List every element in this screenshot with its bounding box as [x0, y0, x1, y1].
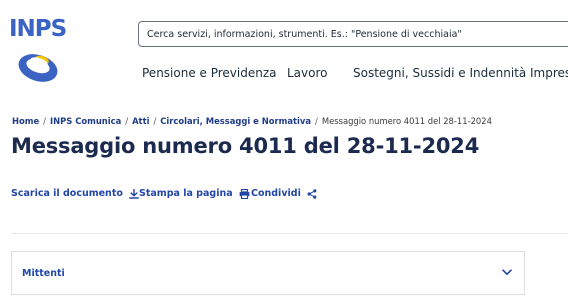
nav-item-sostegni[interactable]: Sostegni, Sussidi e Indennità: [353, 66, 526, 80]
breadcrumb-separator: /: [315, 116, 318, 126]
chevron-down-icon: [502, 269, 512, 275]
search-placeholder: Cerca servizi, informazioni, strumenti. …: [147, 28, 462, 40]
accordion-label: Mittenti: [22, 268, 65, 279]
share-label: Condividi: [251, 188, 301, 199]
page-title: Messaggio numero 4011 del 28-11-2024: [11, 134, 480, 158]
share-icon: [307, 188, 317, 199]
breadcrumb-item-circolari[interactable]: Circolari, Messaggi e Normativa: [160, 116, 311, 126]
logo-text: INPS: [9, 16, 67, 42]
breadcrumb-item-atti[interactable]: Atti: [132, 116, 149, 126]
page: INPS Cerca servizi, informazioni, strume…: [0, 0, 568, 300]
section-divider: [12, 233, 568, 234]
breadcrumb-separator: /: [43, 116, 46, 126]
print-label: Stampa la pagina: [139, 188, 233, 199]
document-actions: Scarica il documento Stampa la pagina Co…: [11, 188, 568, 202]
share-button[interactable]: Condividi: [251, 188, 317, 199]
breadcrumb-separator: /: [125, 116, 129, 126]
breadcrumb-separator: /: [153, 116, 157, 126]
print-page-button[interactable]: Stampa la pagina: [139, 188, 250, 199]
nav-item-lavoro[interactable]: Lavoro: [287, 66, 328, 80]
breadcrumb: Home / INPS Comunica / Atti / Circolari, Messa…: [12, 116, 492, 126]
accordion-mittenti[interactable]: Mittenti: [11, 251, 525, 295]
breadcrumb-item-current: Messaggio numero 4011 del 28-11-2024: [321, 116, 492, 126]
download-document-button[interactable]: Scarica il documento: [11, 188, 139, 199]
search-input[interactable]: Cerca servizi, informazioni, strumenti. …: [138, 21, 568, 47]
breadcrumb-item-inps-comunica[interactable]: INPS Comunica: [50, 116, 121, 126]
nav-item-imprese[interactable]: Imprese: [530, 66, 568, 80]
nav-item-pensione-previdenza[interactable]: Pensione e Previdenza: [142, 66, 277, 80]
download-label: Scarica il documento: [11, 188, 123, 199]
main-nav: Pensione e Previdenza Lavoro Sostegni, S…: [0, 66, 568, 82]
breadcrumb-item-home[interactable]: Home: [12, 116, 39, 126]
download-icon: [128, 188, 139, 199]
printer-icon: [239, 188, 250, 199]
